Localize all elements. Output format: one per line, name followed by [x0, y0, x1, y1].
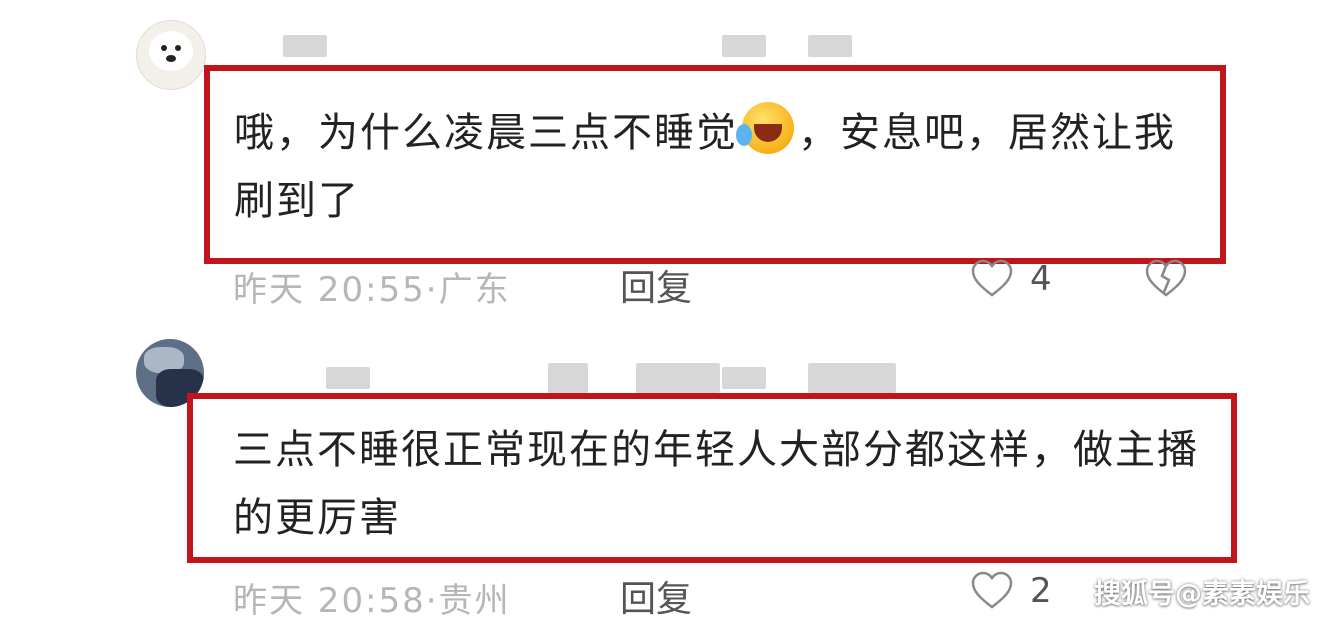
blurred-badge	[548, 363, 588, 393]
laughing-crying-emoji-icon	[736, 102, 794, 154]
dog-eye	[161, 45, 167, 51]
watermark-text: 搜狐号@素素娱乐	[1094, 579, 1310, 610]
blurred-username	[326, 367, 370, 389]
blurred-badge	[722, 35, 766, 57]
reply-button[interactable]: 回复	[620, 259, 692, 311]
comment-timestamp-location: 昨天 20:55·广东	[233, 270, 511, 310]
blurred-badge	[808, 363, 896, 393]
like-heart-icon[interactable]	[970, 258, 1014, 298]
comment-timestamp-location: 昨天 20:58·贵州	[233, 581, 511, 621]
comment-highlight-box: 哦，为什么凌晨三点不睡觉 ，安息吧，居然让我刷到了	[204, 65, 1226, 264]
dog-eye	[175, 45, 181, 51]
like-count: 4	[1030, 259, 1052, 299]
dislike-heart-icon[interactable]	[1144, 258, 1188, 298]
like-count: 2	[1030, 571, 1052, 611]
blurred-username	[283, 35, 327, 57]
commenter-avatar[interactable]	[136, 20, 206, 90]
comment-text: 三点不睡很正常现在的年轻人大部分都这样，做主播的更厉害	[233, 427, 1199, 541]
comment-text: 哦，为什么凌晨三点不睡觉 ，安息吧，居然让我刷到了	[234, 99, 1194, 235]
comment-highlight-box: 三点不睡很正常现在的年轻人大部分都这样，做主播的更厉害	[187, 393, 1237, 563]
dog-face-graphic	[149, 31, 193, 71]
emoji-mouth	[754, 124, 782, 142]
emoji-tear	[736, 124, 752, 146]
comment-text-part: 哦，为什么凌晨三点不睡觉	[234, 110, 738, 156]
blurred-badge	[808, 35, 852, 57]
blurred-badge	[722, 367, 766, 389]
dog-nose	[166, 55, 176, 62]
like-heart-icon[interactable]	[970, 570, 1014, 610]
reply-button[interactable]: 回复	[620, 570, 692, 622]
blurred-badge	[636, 363, 720, 393]
